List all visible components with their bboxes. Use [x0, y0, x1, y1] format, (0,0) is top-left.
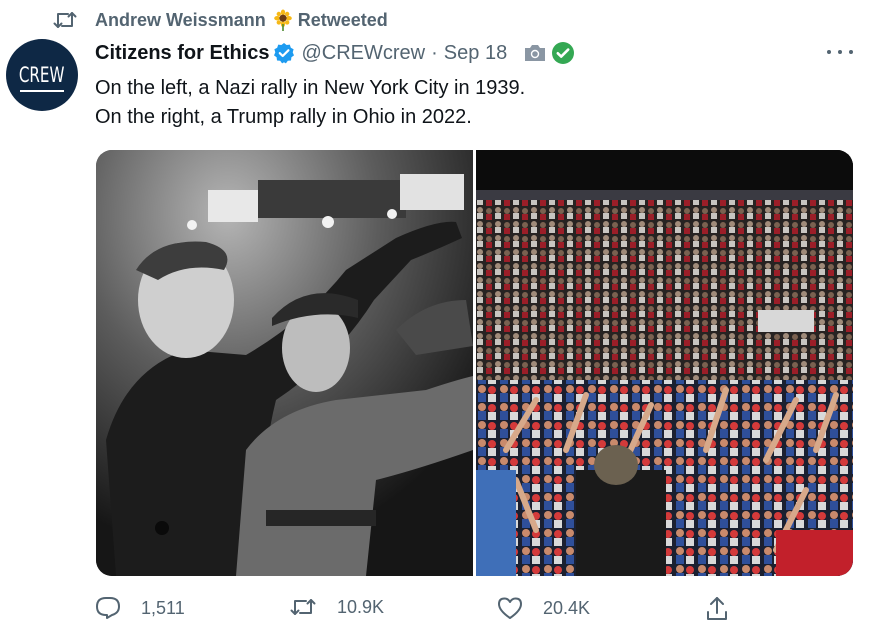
share-icon	[707, 597, 727, 620]
separator-dot: ·	[431, 41, 438, 64]
sunflower-icon	[272, 9, 294, 31]
like-count: 20.4K	[543, 597, 591, 618]
retweet-count: 10.9K	[337, 596, 385, 617]
reply-count: 1,511	[141, 597, 185, 618]
tweet-text-line-1: On the left, a Nazi rally in New York Ci…	[95, 77, 526, 99]
reply-button[interactable]: 1,511	[95, 596, 185, 620]
author-display-name[interactable]: Citizens for Ethics	[95, 42, 269, 65]
retweet-icon	[290, 599, 316, 615]
retweeter-name[interactable]: Andrew Weissmann	[95, 10, 266, 31]
author-handle[interactable]: @CREWcrew	[301, 42, 425, 65]
avatar-underline	[20, 89, 64, 92]
like-button[interactable]: 20.4K	[497, 596, 590, 620]
more-dot	[849, 50, 853, 54]
tweet-text-line-2: On the right, a Trump rally in Ohio in 2…	[95, 106, 472, 128]
tweet-header: Citizens for Ethics @CREWcrew · Sep 18	[95, 39, 575, 67]
more-dot	[827, 50, 831, 54]
check-circle-icon	[551, 41, 575, 65]
retweet-banner: Andrew Weissmann Retweeted	[53, 8, 388, 32]
share-button[interactable]	[705, 596, 749, 622]
retweeted-label: Retweeted	[297, 9, 388, 30]
reply-icon	[96, 597, 120, 619]
retweet-icon	[53, 9, 77, 31]
more-dot	[838, 50, 842, 54]
tweet-action-bar: 1,511 10.9K 20.4K	[95, 596, 735, 624]
camera-icon	[523, 43, 547, 63]
verified-badge-icon	[273, 42, 295, 64]
avatar-logo-text: CREW	[19, 62, 65, 87]
tweet-date[interactable]: Sep 18	[444, 42, 507, 65]
photo-2022-rally[interactable]	[476, 150, 853, 576]
avatar[interactable]: CREW	[6, 39, 78, 111]
tweet-media	[96, 150, 853, 576]
photo-1939-rally[interactable]	[96, 150, 473, 576]
heart-icon	[498, 597, 522, 619]
tweet-text: On the left, a Nazi rally in New York Ci…	[95, 74, 525, 132]
more-options-icon[interactable]	[827, 40, 853, 64]
retweet-button[interactable]: 10.9K	[289, 596, 384, 618]
